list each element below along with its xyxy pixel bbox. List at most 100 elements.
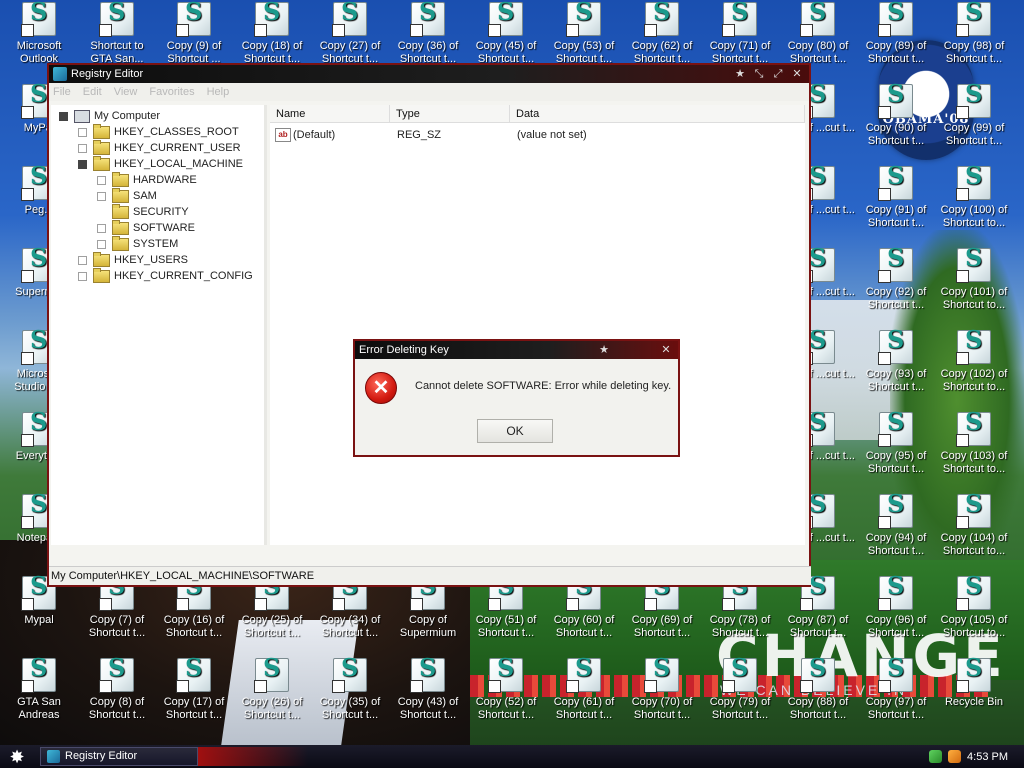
desktop-icon[interactable]: Copy (78) of Shortcut t... — [701, 576, 779, 656]
registry-editor-window[interactable]: Registry Editor ★ ⤡ ⤢ ✕ File Edit View F… — [47, 63, 811, 587]
shortcut-icon — [956, 166, 991, 201]
taskbar-item-registry-editor[interactable]: Registry Editor — [40, 747, 198, 766]
menu-help[interactable]: Help — [207, 86, 230, 98]
desktop-icon[interactable]: Copy (90) of Shortcut t... — [857, 84, 935, 164]
minimize-icon[interactable]: ⤡ — [751, 67, 767, 81]
expand-icon[interactable] — [78, 143, 87, 153]
expand-icon[interactable] — [97, 223, 106, 233]
desktop-icon[interactable]: Copy (34) of Shortcut t... — [311, 576, 389, 656]
desktop-icon[interactable]: Copy (104) of Shortcut to... — [935, 494, 1013, 574]
desktop-icon[interactable]: Copy (60) of Shortcut t... — [545, 576, 623, 656]
desktop-icon[interactable]: Copy (61) of Shortcut t... — [545, 658, 623, 738]
expand-icon[interactable] — [78, 127, 87, 137]
network-icon[interactable] — [929, 750, 943, 763]
computer-icon — [74, 109, 90, 123]
desktop-icon[interactable]: Mypal — [0, 576, 78, 656]
clock[interactable]: 4:53 PM — [967, 751, 1008, 763]
column-header-type[interactable]: Type — [390, 105, 510, 123]
desktop-icon[interactable]: Copy (16) of Shortcut t... — [155, 576, 233, 656]
desktop-icon[interactable]: Copy (35) of Shortcut t... — [311, 658, 389, 738]
expand-icon[interactable] — [97, 191, 106, 201]
desktop-icon[interactable]: Copy (25) of Shortcut t... — [233, 576, 311, 656]
desktop-icon[interactable]: Copy (52) of Shortcut t... — [467, 658, 545, 738]
desktop-icon[interactable]: GTA San Andreas — [0, 658, 78, 738]
desktop-icon[interactable]: Copy (69) of Shortcut t... — [623, 576, 701, 656]
tree-item[interactable]: HARDWARE — [97, 171, 197, 188]
close-icon[interactable]: ✕ — [789, 67, 805, 81]
maximize-icon[interactable]: ⤢ — [770, 67, 786, 81]
desktop-icon[interactable]: Copy (17) of Shortcut t... — [155, 658, 233, 738]
tree-item-selected[interactable]: SOFTWARE — [97, 219, 195, 236]
desktop-icon[interactable]: Copy (92) of Shortcut t... — [857, 248, 935, 328]
desktop-icon[interactable]: Copy (100) of Shortcut to... — [935, 166, 1013, 246]
tree-item[interactable]: SYSTEM — [97, 235, 178, 252]
desktop-icon[interactable]: Copy (97) of Shortcut t... — [857, 658, 935, 738]
desktop-icon[interactable]: Copy (102) of Shortcut to... — [935, 330, 1013, 410]
desktop-icon[interactable]: Copy (89) of Shortcut t... — [857, 2, 935, 82]
tree-item-my-computer[interactable]: My Computer — [59, 108, 160, 124]
desktop-icon[interactable]: Copy (91) of Shortcut t... — [857, 166, 935, 246]
desktop-icon-label: Copy (93) of Shortcut t... — [865, 368, 927, 393]
desktop-icon[interactable]: Copy (7) of Shortcut t... — [78, 576, 156, 656]
desktop-icon[interactable]: Copy (95) of Shortcut t... — [857, 412, 935, 492]
desktop-icon[interactable]: Copy (70) of Shortcut t... — [623, 658, 701, 738]
tree-item[interactable]: HKEY_CURRENT_USER — [78, 139, 241, 156]
tree-item[interactable]: HKEY_USERS — [78, 251, 188, 268]
shortcut-icon — [644, 2, 679, 37]
expand-icon[interactable] — [78, 271, 87, 281]
menu-edit[interactable]: Edit — [83, 86, 102, 98]
desktop-icon[interactable]: Copy (94) of Shortcut t... — [857, 494, 935, 574]
desktop-icon-label: Copy (99) of Shortcut t... — [943, 122, 1005, 147]
desktop-icon[interactable]: Copy (101) of Shortcut to... — [935, 248, 1013, 328]
start-star-icon[interactable]: ✸ — [6, 747, 28, 767]
desktop-icon[interactable]: Copy (79) of Shortcut t... — [701, 658, 779, 738]
menu-view[interactable]: View — [114, 86, 138, 98]
value-name: (Default) — [293, 129, 336, 141]
column-header-name[interactable]: Name — [270, 105, 390, 123]
shortcut-icon — [800, 658, 835, 693]
star-icon[interactable]: ★ — [732, 67, 748, 81]
error-dialog[interactable]: Error Deleting Key ★ ✕ ✕ Cannot delete S… — [353, 339, 680, 457]
tree-item[interactable]: HKEY_LOCAL_MACHINE — [78, 155, 243, 172]
desktop-icon[interactable]: Recycle Bin — [935, 658, 1013, 738]
error-dialog-titlebar[interactable]: Error Deleting Key ★ ✕ — [355, 341, 678, 359]
desktop-icon[interactable]: Copy (103) of Shortcut to... — [935, 412, 1013, 492]
desktop-icon[interactable]: Copy (88) of Shortcut t... — [779, 658, 857, 738]
tree-item[interactable]: HKEY_CLASSES_ROOT — [78, 123, 239, 140]
shortcut-icon — [644, 658, 679, 693]
shortcut-icon — [800, 2, 835, 37]
desktop-icon[interactable]: Copy (105) of Shortcut to... — [935, 576, 1013, 656]
desktop-icon[interactable]: Copy (51) of Shortcut t... — [467, 576, 545, 656]
expand-icon[interactable] — [97, 175, 106, 185]
collapse-icon[interactable] — [78, 159, 87, 169]
desktop-icon[interactable]: Copy (26) of Shortcut t... — [233, 658, 311, 738]
desktop-icon[interactable]: Copy (93) of Shortcut t... — [857, 330, 935, 410]
tree-item[interactable]: SECURITY — [97, 203, 189, 220]
desktop-icon[interactable]: Copy (8) of Shortcut t... — [78, 658, 156, 738]
expand-icon[interactable] — [97, 239, 106, 249]
menu-file[interactable]: File — [53, 86, 71, 98]
tree-item-label: HARDWARE — [133, 174, 197, 186]
values-list[interactable]: Name Type Data ab (Default) REG_SZ (value… — [270, 105, 805, 545]
desktop-icon[interactable]: Copy (87) of Shortcut t... — [779, 576, 857, 656]
close-icon[interactable]: ✕ — [658, 343, 674, 357]
menu-favorites[interactable]: Favorites — [149, 86, 194, 98]
desktop-icon[interactable]: Copy (98) of Shortcut t... — [935, 2, 1013, 82]
taskbar-item-label: Registry Editor — [65, 750, 138, 762]
desktop-icon[interactable]: Copy (96) of Shortcut t... — [857, 576, 935, 656]
desktop-icon[interactable]: Copy (99) of Shortcut t... — [935, 84, 1013, 164]
desktop-icon[interactable]: Copy of Supermium — [389, 576, 467, 656]
star-icon[interactable]: ★ — [596, 343, 612, 357]
collapse-icon[interactable] — [59, 111, 68, 121]
registry-tree[interactable]: My Computer HKEY_CLASSES_ROOT HKEY_CURRE… — [51, 105, 267, 545]
tree-item[interactable]: SAM — [97, 187, 157, 204]
desktop-icon[interactable]: Copy (43) of Shortcut t... — [389, 658, 467, 738]
value-row-name[interactable]: ab (Default) — [275, 127, 335, 143]
recycle-bin-icon — [956, 658, 991, 693]
ok-button[interactable]: OK — [477, 419, 553, 443]
expand-icon[interactable] — [78, 255, 87, 265]
tree-item[interactable]: HKEY_CURRENT_CONFIG — [78, 267, 253, 284]
search-icon[interactable] — [948, 750, 962, 763]
column-header-data[interactable]: Data — [510, 105, 805, 123]
registry-editor-titlebar[interactable]: Registry Editor ★ ⤡ ⤢ ✕ — [49, 65, 809, 83]
